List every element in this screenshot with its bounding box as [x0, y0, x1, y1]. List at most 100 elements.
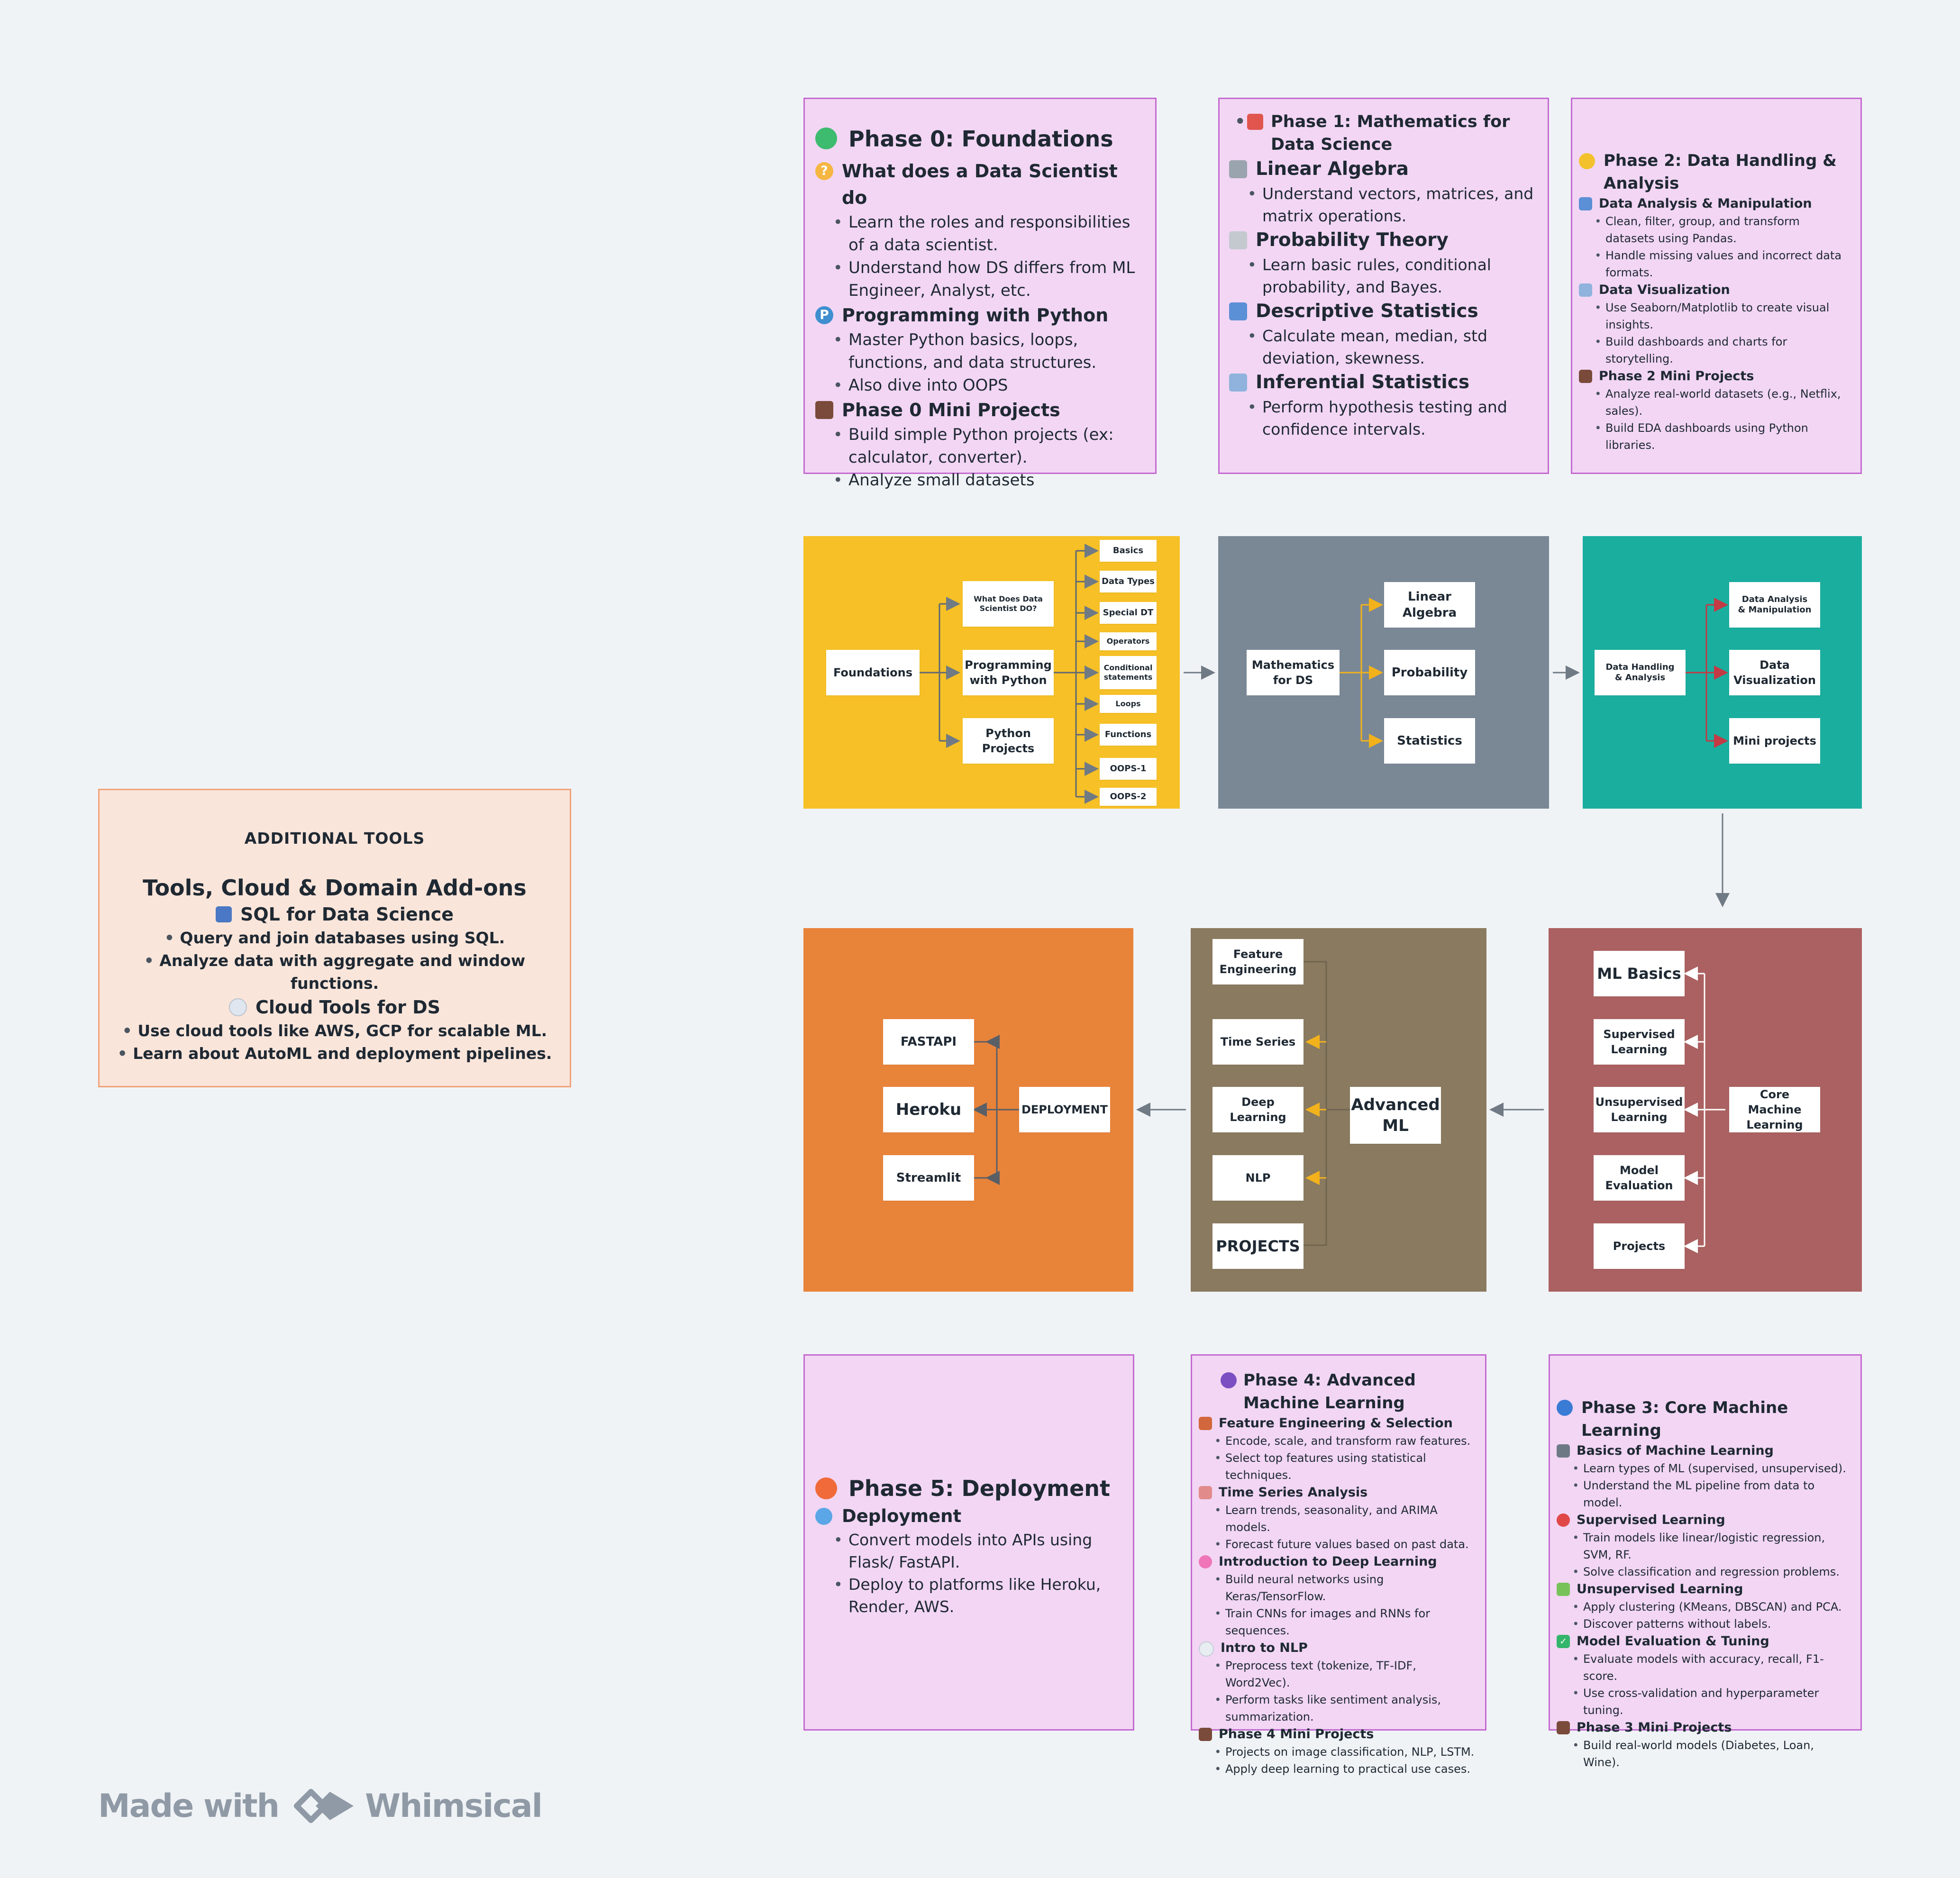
- node-unsupervised-learning: Unsupervised Learning: [1594, 1087, 1685, 1132]
- speech-bubble-icon: [1199, 1641, 1214, 1657]
- bar-chart-icon: [1229, 302, 1247, 320]
- section-heading: Probability Theory: [1229, 227, 1535, 254]
- list-item: Build neural networks using Keras/Tensor…: [1214, 1571, 1477, 1605]
- list-item: Handle missing values and incorrect data…: [1595, 247, 1850, 281]
- section-heading: Phase 3 Mini Projects: [1557, 1719, 1850, 1737]
- node-fastapi: FASTAPI: [883, 1019, 974, 1065]
- list-item: Select top features using statistical te…: [1214, 1450, 1477, 1484]
- list-item: Evaluate models with accuracy, recall, F…: [1572, 1650, 1850, 1685]
- phase-0-title: Phase 0: Foundations: [815, 120, 1141, 158]
- node-advanced-projects: PROJECTS: [1212, 1223, 1304, 1269]
- line-chart-icon: [1579, 283, 1592, 297]
- section-list: Master Python basics, loops, functions, …: [815, 328, 1141, 397]
- tools-kicker: ADDITIONAL TOOLS: [244, 829, 425, 848]
- node-python-projects: Python Projects: [963, 718, 1054, 764]
- list-item: Build dashboards and charts for storytel…: [1595, 333, 1850, 367]
- section-heading: Inferential Statistics: [1229, 369, 1535, 396]
- briefcase-icon: [815, 401, 833, 419]
- list-item: Understand vectors, matrices, and matrix…: [1248, 182, 1535, 227]
- python-icon: P: [815, 306, 833, 324]
- phase-4-title: Phase 4: Advanced Machine Learning: [1199, 1369, 1477, 1414]
- list-item: Perform hypothesis testing and confidenc…: [1248, 396, 1535, 440]
- node-python-operators: Operators: [1100, 632, 1157, 650]
- section-heading: Linear Algebra: [1229, 156, 1535, 182]
- section-heading: ✓ Model Evaluation & Tuning: [1557, 1632, 1850, 1650]
- list-item: Use Seaborn/Matplotlib to create visual …: [1595, 299, 1850, 333]
- made-with-label: Made with: [98, 1787, 280, 1825]
- section-heading: P Programming with Python: [815, 302, 1141, 328]
- node-python-special-dt: Special DT: [1100, 602, 1157, 624]
- section-list: Build neural networks using Keras/Tensor…: [1199, 1571, 1477, 1639]
- list-item: Apply deep learning to practical use cas…: [1214, 1760, 1477, 1778]
- section-list: Calculate mean, median, std deviation, s…: [1229, 325, 1535, 369]
- thinking-face-icon: ?: [815, 162, 833, 180]
- section-heading: Supervised Learning: [1557, 1511, 1850, 1529]
- list-item: Understand the ML pipeline from data to …: [1572, 1477, 1850, 1511]
- check-box-icon: ✓: [1557, 1635, 1570, 1648]
- blue-circle-icon: [1557, 1400, 1573, 1416]
- section-heading: Phase 0 Mini Projects: [815, 397, 1141, 423]
- node-model-evaluation: Model Evaluation: [1594, 1155, 1685, 1201]
- bricks-icon: [1199, 1417, 1212, 1430]
- section-list: Train models like linear/logistic regres…: [1557, 1529, 1850, 1580]
- list-item: Analyze real-world datasets (e.g., Netfl…: [1595, 385, 1850, 419]
- bar-chart-icon: [1579, 197, 1592, 210]
- node-linear-algebra: Linear Algebra: [1384, 582, 1475, 628]
- section-list: Use Seaborn/Matplotlib to create visual …: [1579, 299, 1850, 367]
- node-what-does-data-scientist-do: What Does Data Scientist DO?: [963, 581, 1054, 627]
- list-item: Clean, filter, group, and transform data…: [1595, 213, 1850, 247]
- list-item: Calculate mean, median, std deviation, s…: [1248, 325, 1535, 369]
- node-ml-basics: ML Basics: [1594, 951, 1685, 996]
- database-icon: [216, 906, 232, 922]
- node-advanced-ml: Advanced ML: [1350, 1087, 1441, 1144]
- node-python-oops-2: OOPS-2: [1100, 788, 1157, 806]
- node-python-loops: Loops: [1100, 695, 1157, 713]
- phase-4-card: Phase 4: Advanced Machine Learning Featu…: [1191, 1354, 1486, 1778]
- list-item: Use cross-validation and hyperparameter …: [1572, 1685, 1850, 1719]
- node-statistics: Statistics: [1384, 718, 1475, 764]
- list-item: Perform tasks like sentiment analysis, s…: [1214, 1691, 1477, 1725]
- section-heading: Data Analysis & Manipulation: [1579, 195, 1850, 213]
- brain-icon: [1199, 1555, 1212, 1568]
- list-item: Master Python basics, loops, functions, …: [833, 328, 1141, 374]
- node-core-projects: Projects: [1594, 1223, 1685, 1269]
- purple-circle-icon: [1221, 1372, 1237, 1388]
- section-list: Build real-world models (Diabetes, Loan,…: [1557, 1737, 1850, 1771]
- node-mathematics-for-ds: Mathematics for DS: [1247, 650, 1340, 695]
- phase-1-card: Phase 1: Mathematics for Data Science Li…: [1218, 98, 1549, 474]
- node-foundations: Foundations: [826, 650, 920, 695]
- whimsical-label: Whimsical: [365, 1787, 543, 1825]
- list-item: Projects on image classification, NLP, L…: [1214, 1743, 1477, 1760]
- green-circle-icon: [815, 128, 837, 149]
- list-item: Analyze data with aggregate and window f…: [100, 949, 570, 995]
- node-deployment: DEPLOYMENT: [1019, 1087, 1110, 1132]
- trend-down-chart-icon: [1199, 1486, 1212, 1499]
- list-item: Build simple Python projects (ex: calcul…: [833, 423, 1141, 469]
- ruler-icon: [1229, 160, 1247, 178]
- section-heading: SQL for Data Science: [100, 902, 570, 927]
- node-supervised-learning: Supervised Learning: [1594, 1019, 1685, 1065]
- node-nlp: NLP: [1212, 1155, 1304, 1201]
- list-item: Learn trends, seasonality, and ARIMA mod…: [1214, 1502, 1477, 1536]
- list-item: Train models like linear/logistic regres…: [1572, 1529, 1850, 1563]
- list-item: Use cloud tools like AWS, GCP for scalab…: [100, 1020, 570, 1042]
- section-heading: ? What does a Data Scientist do: [815, 158, 1141, 211]
- robot-icon: [1557, 1444, 1570, 1458]
- section-list: Understand vectors, matrices, and matrix…: [1229, 182, 1535, 227]
- phase-1-title: Phase 1: Mathematics for Data Science: [1229, 110, 1535, 156]
- section-list: Learn basic rules, conditional probabili…: [1229, 254, 1535, 298]
- section-list: Analyze real-world datasets (e.g., Netfl…: [1579, 385, 1850, 454]
- target-icon: [1557, 1513, 1570, 1527]
- list-item: Learn the roles and responsibilities of …: [833, 211, 1141, 256]
- list-item: Discover patterns without labels.: [1572, 1615, 1850, 1632]
- node-probability: Probability: [1384, 650, 1475, 695]
- list-item: Preprocess text (tokenize, TF-IDF, Word2…: [1214, 1657, 1477, 1691]
- section-heading: Phase 4 Mini Projects: [1199, 1725, 1477, 1743]
- tools-title: Tools, Cloud & Domain Add-ons: [143, 875, 527, 901]
- node-python-data-types: Data Types: [1100, 571, 1157, 593]
- node-core-machine-learning: Core Machine Learning: [1729, 1087, 1820, 1132]
- section-list: Clean, filter, group, and transform data…: [1579, 213, 1850, 281]
- section-heading: Intro to NLP: [1199, 1639, 1477, 1657]
- node-data-visualization: Data Visualization: [1729, 650, 1820, 695]
- section-list: Learn types of ML (supervised, unsupervi…: [1557, 1460, 1850, 1511]
